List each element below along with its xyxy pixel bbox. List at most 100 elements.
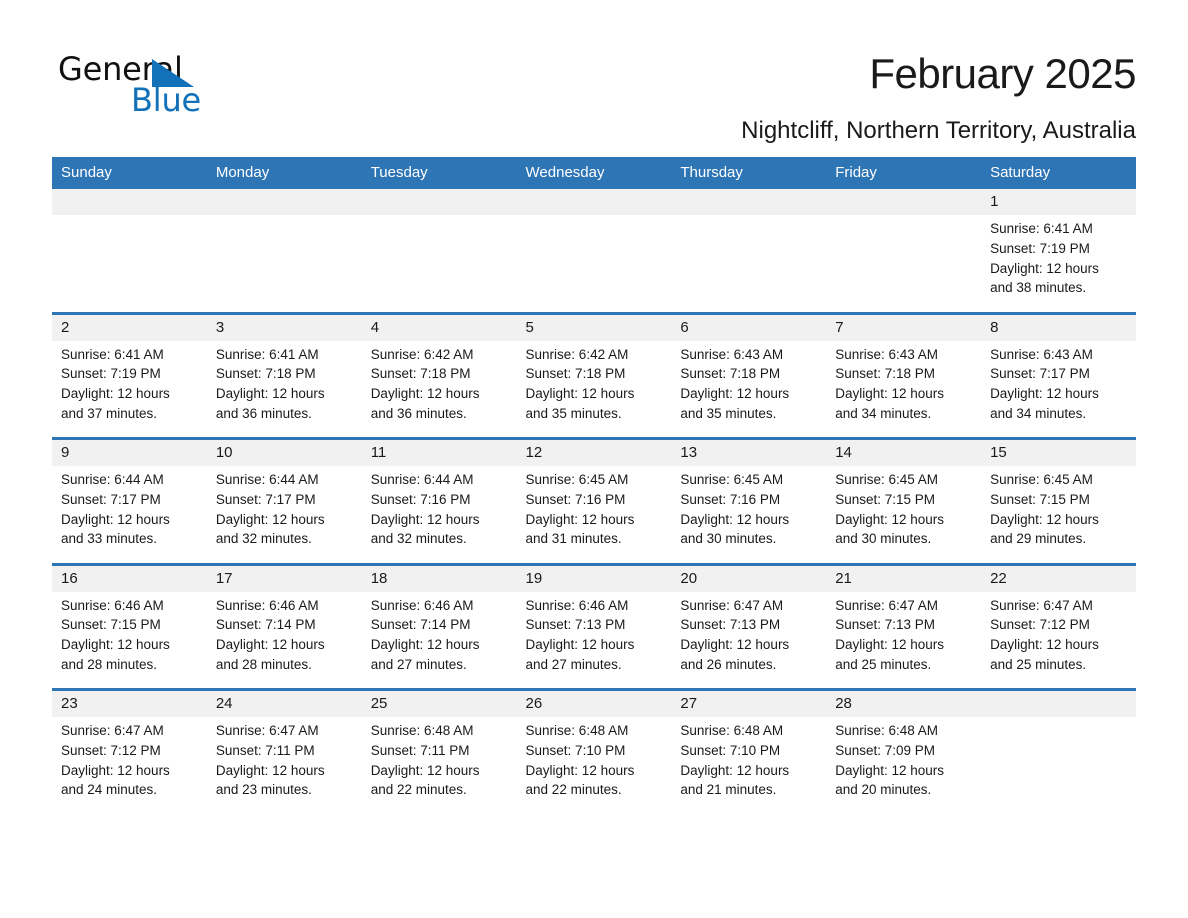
- day-sunset-text: Sunset: 7:13 PM: [525, 617, 626, 633]
- day-number-cell[interactable]: 8: [981, 311, 1136, 341]
- day-number-cell[interactable]: 19: [516, 562, 672, 592]
- general-blue-logo[interactable]: General Blue: [58, 52, 258, 122]
- day-sunset-text: Sunset: 7:16 PM: [680, 491, 781, 507]
- day-detail-cell: Sunrise: 6:46 AM Sunset: 7:14 PM Daylight:…: [206, 591, 362, 690]
- day-number-cell[interactable]: 5: [516, 311, 672, 341]
- day-sunset-text: Sunset: 7:11 PM: [370, 742, 470, 758]
- day-number-cell[interactable]: 18: [361, 562, 517, 592]
- day-sunrise-text: Sunrise: 6:41 AM: [990, 221, 1093, 236]
- day-daylight-cont-text: and 35 minutes.: [525, 405, 622, 421]
- day-daylight-cont-text: and 32 minutes.: [370, 531, 467, 547]
- day-sunset-text: Sunset: 7:18 PM: [525, 366, 626, 382]
- day-daylight-cont-text: and 24 minutes.: [61, 782, 158, 798]
- day-detail-cell: Sunrise: 6:48 AM Sunset: 7:11 PM Daylight:…: [361, 717, 517, 815]
- day-detail-cell: Sunrise: 6:41 AM Sunset: 7:19 PM Daylight:…: [981, 215, 1136, 313]
- day-sunset-text: Sunset: 7:14 PM: [370, 617, 471, 633]
- day-number-cell[interactable]: 17: [206, 562, 362, 592]
- day-sunrise-text: Sunrise: 6:46 AM: [370, 597, 474, 613]
- day-number-cell[interactable]: 10: [206, 437, 362, 466]
- day-detail-cell: Sunrise: 6:43 AM Sunset: 7:17 PM Daylight:…: [981, 340, 1136, 439]
- day-daylight-text: Daylight: 12 hours: [370, 386, 480, 402]
- day-sunset-text: Sunset: 7:10 PM: [525, 742, 626, 758]
- day-number-cell[interactable]: 23: [52, 688, 207, 717]
- day-number-cell[interactable]: 20: [671, 562, 827, 592]
- day-number-cell[interactable]: 2: [52, 311, 207, 341]
- day-number-cell[interactable]: 9: [52, 437, 207, 466]
- day-daylight-cont-text: and 27 minutes.: [525, 656, 622, 672]
- day-sunrise-text: Sunrise: 6:43 AM: [835, 346, 939, 362]
- weekday-header-monday: Monday: [206, 157, 362, 189]
- day-sunset-text: Sunset: 7:13 PM: [680, 617, 781, 633]
- day-sunrise-text: Sunrise: 6:44 AM: [215, 472, 319, 487]
- day-number-cell[interactable]: 21: [826, 562, 982, 592]
- empty-detail-cell: [981, 717, 1136, 815]
- day-number-cell[interactable]: 14: [826, 437, 982, 466]
- day-sunrise-text: Sunrise: 6:42 AM: [370, 346, 474, 362]
- day-number-cell[interactable]: 7: [826, 311, 982, 341]
- day-daylight-cont-text: and 29 minutes.: [990, 531, 1087, 547]
- day-daylight-cont-text: and 21 minutes.: [680, 782, 777, 798]
- day-number-cell[interactable]: 16: [52, 562, 207, 592]
- day-sunset-text: Sunset: 7:12 PM: [61, 742, 161, 758]
- day-number-cell[interactable]: 6: [671, 311, 827, 341]
- day-daylight-text: Daylight: 12 hours: [525, 762, 635, 778]
- day-daylight-cont-text: and 30 minutes.: [835, 531, 932, 547]
- day-daylight-cont-text: and 25 minutes.: [990, 656, 1087, 672]
- day-sunrise-text: Sunrise: 6:48 AM: [525, 723, 629, 738]
- day-sunset-text: Sunset: 7:18 PM: [370, 366, 471, 382]
- week-daynumber-row: 16 17 18 19 20 21 22: [52, 562, 1136, 592]
- day-number-cell[interactable]: 24: [206, 688, 362, 717]
- empty-day-cell: [671, 189, 827, 215]
- week-daynumber-row: 2345678: [52, 311, 1136, 341]
- day-sunset-text: Sunset: 7:15 PM: [990, 491, 1090, 507]
- day-number-cell[interactable]: 13: [671, 437, 827, 466]
- day-sunrise-text: Sunrise: 6:46 AM: [215, 597, 319, 613]
- day-daylight-text: Daylight: 12 hours: [525, 511, 635, 527]
- day-number-cell[interactable]: 27: [671, 688, 827, 717]
- day-sunset-text: Sunset: 7:19 PM: [61, 366, 161, 382]
- day-detail-cell: Sunrise: 6:43 AM Sunset: 7:18 PM Daylight:…: [671, 340, 827, 439]
- day-daylight-cont-text: and 23 minutes.: [215, 782, 312, 798]
- day-sunset-text: Sunset: 7:10 PM: [680, 742, 781, 758]
- day-number-cell[interactable]: 4: [361, 311, 517, 341]
- day-sunset-text: Sunset: 7:15 PM: [61, 617, 161, 633]
- day-sunset-text: Sunset: 7:13 PM: [835, 617, 936, 633]
- day-number-cell[interactable]: 12: [516, 437, 672, 466]
- day-number-cell[interactable]: 25: [361, 688, 517, 717]
- day-daylight-text: Daylight: 12 hours: [835, 762, 945, 778]
- week-daynumber-row: 9 10 11 12 13 14 15: [52, 437, 1136, 466]
- day-number-cell[interactable]: 26: [516, 688, 672, 717]
- day-number-cell[interactable]: 1: [981, 189, 1136, 215]
- day-number-cell[interactable]: 28: [826, 688, 982, 717]
- day-number-cell[interactable]: 15: [981, 437, 1136, 466]
- day-daylight-text: Daylight: 12 hours: [215, 762, 325, 778]
- day-sunrise-text: Sunrise: 6:47 AM: [990, 597, 1093, 613]
- day-detail-cell: Sunrise: 6:47 AM Sunset: 7:12 PM Daylight:…: [52, 717, 207, 815]
- weekday-header-sunday: Sunday: [52, 157, 207, 189]
- day-sunrise-text: Sunrise: 6:43 AM: [990, 346, 1093, 362]
- day-daylight-text: Daylight: 12 hours: [370, 511, 480, 527]
- day-daylight-cont-text: and 33 minutes.: [61, 531, 158, 547]
- day-detail-cell: Sunrise: 6:45 AM Sunset: 7:15 PM Daylight:…: [981, 466, 1136, 564]
- day-daylight-text: Daylight: 12 hours: [680, 762, 790, 778]
- day-detail-cell: Sunrise: 6:42 AM Sunset: 7:18 PM Daylight:…: [361, 340, 517, 439]
- day-daylight-text: Daylight: 12 hours: [835, 386, 945, 402]
- day-sunrise-text: Sunrise: 6:42 AM: [525, 346, 629, 362]
- day-daylight-text: Daylight: 12 hours: [61, 637, 170, 653]
- day-detail-cell: Sunrise: 6:47 AM Sunset: 7:12 PM Daylight:…: [981, 591, 1136, 690]
- day-daylight-text: Daylight: 12 hours: [525, 386, 635, 402]
- day-sunset-text: Sunset: 7:12 PM: [990, 617, 1090, 633]
- day-sunset-text: Sunset: 7:17 PM: [990, 366, 1090, 382]
- day-sunrise-text: Sunrise: 6:41 AM: [61, 346, 164, 362]
- day-number-cell[interactable]: 11: [361, 437, 517, 466]
- day-number-cell[interactable]: 3: [206, 311, 362, 341]
- page-title: February 2025: [869, 50, 1136, 97]
- empty-detail-cell: [206, 215, 362, 313]
- day-sunset-text: Sunset: 7:16 PM: [525, 491, 626, 507]
- logo-text-blue: Blue: [131, 81, 202, 119]
- day-sunset-text: Sunset: 7:17 PM: [215, 491, 316, 507]
- empty-day-cell: [206, 189, 362, 215]
- day-detail-cell: Sunrise: 6:47 AM Sunset: 7:13 PM Daylight:…: [671, 591, 827, 690]
- day-number-cell[interactable]: 22: [981, 562, 1136, 592]
- weekday-header-friday: Friday: [826, 157, 982, 189]
